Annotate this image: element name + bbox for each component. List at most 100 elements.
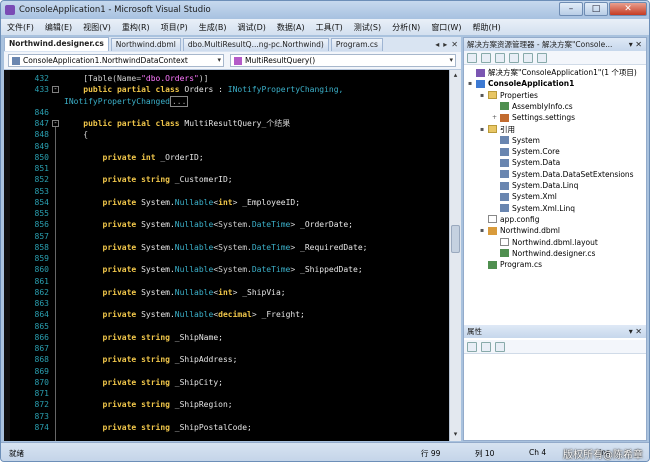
tree-item[interactable]: Program.cs [480,259,542,270]
code-token: private string [64,355,175,365]
view-code-icon[interactable] [509,52,519,63]
code-line: 867 [4,343,449,354]
alphabetical-icon[interactable] [481,341,491,352]
tree-item-label: AssemblyInfo.cs [512,101,573,111]
collapse-icon[interactable]: ▪ [468,78,476,89]
properties-icon[interactable] [467,52,477,63]
status-column: 列 10 [475,449,495,458]
menu-item[interactable]: 重构(R) [122,22,150,33]
tree-item-label: System.Xml.Linq [512,203,576,213]
menu-item[interactable]: 视图(V) [83,22,111,33]
editor-vertical-scrollbar[interactable]: ▴ ▾ [449,70,461,441]
solution-tree: 解决方案"ConsoleApplication1"(1 个项目) ▪ Console… [464,65,646,316]
ref-icon [500,158,509,167]
line-number: 858 [34,242,49,252]
code-token: Nullable [174,197,214,207]
property-pages-icon[interactable] [495,341,505,352]
collapse-region-icon[interactable]: - [52,120,59,127]
tree-item[interactable]: Northwind.designer.cs [492,248,595,259]
properties-toolbar [464,340,646,354]
code-token: Nullable [174,265,214,275]
code-line: 866 private string _ShipName; [4,332,449,343]
code-editor[interactable]: 432 [Table(Name="dbo.Orders")] 433- publi… [4,70,449,441]
show-all-files-icon[interactable] [481,52,491,63]
tree-item[interactable]: app.config [480,214,539,225]
collapse-icon[interactable]: ▪ [480,124,488,135]
collapse-region-icon[interactable]: - [52,86,59,94]
document-tab[interactable]: Program.cs [330,38,383,51]
code-token: _EmployeeID; [242,197,301,207]
chevron-down-icon: ▾ [217,56,221,64]
tree-item[interactable]: ▪ Northwind.dbml [480,225,560,236]
folder-icon [488,125,497,133]
tree-item[interactable]: 解决方案"ConsoleApplication1"(1 个项目) [468,67,637,78]
class-diagram-icon[interactable] [537,52,547,63]
tree-item[interactable]: System.Core [492,146,560,157]
expand-icon[interactable]: + [492,112,500,123]
scroll-down-icon[interactable]: ▾ [451,430,460,440]
code-token: private string [64,377,175,387]
tree-item[interactable]: System.Xml.Linq [492,203,575,214]
ref-icon [500,136,509,145]
document-tab[interactable]: Northwind.designer.cs [4,37,109,51]
view-designer-icon[interactable] [523,52,533,63]
code-text: private string _ShipName; [64,332,223,343]
code-line: 851 [4,163,449,174]
navigation-bar: ConsoleApplication1.NorthwindDataContext… [4,52,461,70]
panel-pin-close-icon[interactable]: ▾ ✕ [629,38,642,51]
menu-item[interactable]: 调试(D) [237,22,265,33]
type-dropdown[interactable]: ConsoleApplication1.NorthwindDataContext… [8,54,224,67]
menu-item[interactable]: 数据(A) [277,22,305,33]
close-button[interactable]: ✕ [609,2,647,16]
menu-item[interactable]: 生成(B) [199,22,227,33]
collapse-icon[interactable]: ▪ [480,225,488,236]
categorized-icon[interactable] [467,341,477,352]
menu-item[interactable]: 测试(S) [354,22,381,33]
scroll-up-icon[interactable]: ▴ [451,71,460,81]
panel-pin-close-icon[interactable]: ▾ ✕ [629,325,642,338]
tree-item[interactable]: System.Data.Linq [492,180,578,191]
line-number: 868 [34,355,49,365]
line-number: 872 [34,400,49,410]
scroll-tabs-left-icon[interactable]: ◂ [435,40,439,49]
minimize-button[interactable]: – [559,2,583,16]
line-number: 865 [34,321,49,331]
collapse-icon[interactable]: ▪ [480,90,488,101]
tree-item[interactable]: System.Xml [492,191,557,202]
menu-item[interactable]: 项目(P) [161,22,188,33]
tree-item[interactable]: ▪ ConsoleApplication1 [468,78,574,89]
scrollbar-thumb[interactable] [451,225,460,253]
document-tab[interactable]: dbo.MultiResultQ...ng-pc.Northwind) [182,38,329,51]
tree-item[interactable]: AssemblyInfo.cs [492,101,573,112]
menu-item[interactable]: 窗口(W) [431,22,461,33]
tree-item[interactable]: ▪ 引用 [480,124,515,135]
code-token: _OrderID; [160,152,204,162]
tree-item[interactable]: ▪ Properties [480,90,538,101]
collapsed-region-marker[interactable]: ... [169,95,189,107]
menu-item[interactable]: 文件(F) [7,22,34,33]
code-token: System. [141,287,175,297]
maximize-button[interactable]: □ [584,2,608,16]
document-tab[interactable]: Northwind.dbml [110,38,181,51]
tree-item[interactable]: System.Data [492,157,560,168]
code-token: Nullable [174,287,214,297]
code-line: 432 [Table(Name="dbo.Orders")] [4,73,449,84]
code-line: 872 private string _ShipRegion; [4,399,449,410]
code-token: public partial class [64,85,185,95]
refresh-icon[interactable] [495,52,505,63]
scroll-tabs-right-icon[interactable]: ▸ [443,40,447,49]
code-token: _OrderDate; [300,220,353,230]
menu-item[interactable]: 分析(N) [392,22,420,33]
tree-item[interactable]: Northwind.dbml.layout [492,237,598,248]
menu-item[interactable]: 帮助(H) [472,22,500,33]
menu-item[interactable]: 编辑(E) [45,22,72,33]
tree-item-label: Settings.settings [512,113,576,123]
tree-item[interactable]: System.Data.DataSetExtensions [492,169,634,180]
member-dropdown[interactable]: MultiResultQuery() ▾ [230,54,456,67]
menu-item[interactable]: 工具(T) [316,22,343,33]
line-number: 867 [34,344,49,353]
tree-item[interactable]: + Settings.settings [492,112,575,123]
code-line: 854 private System.Nullable<int> _Employ… [4,197,449,208]
tree-item[interactable]: System [492,135,540,146]
close-document-icon[interactable]: ✕ [451,40,458,49]
